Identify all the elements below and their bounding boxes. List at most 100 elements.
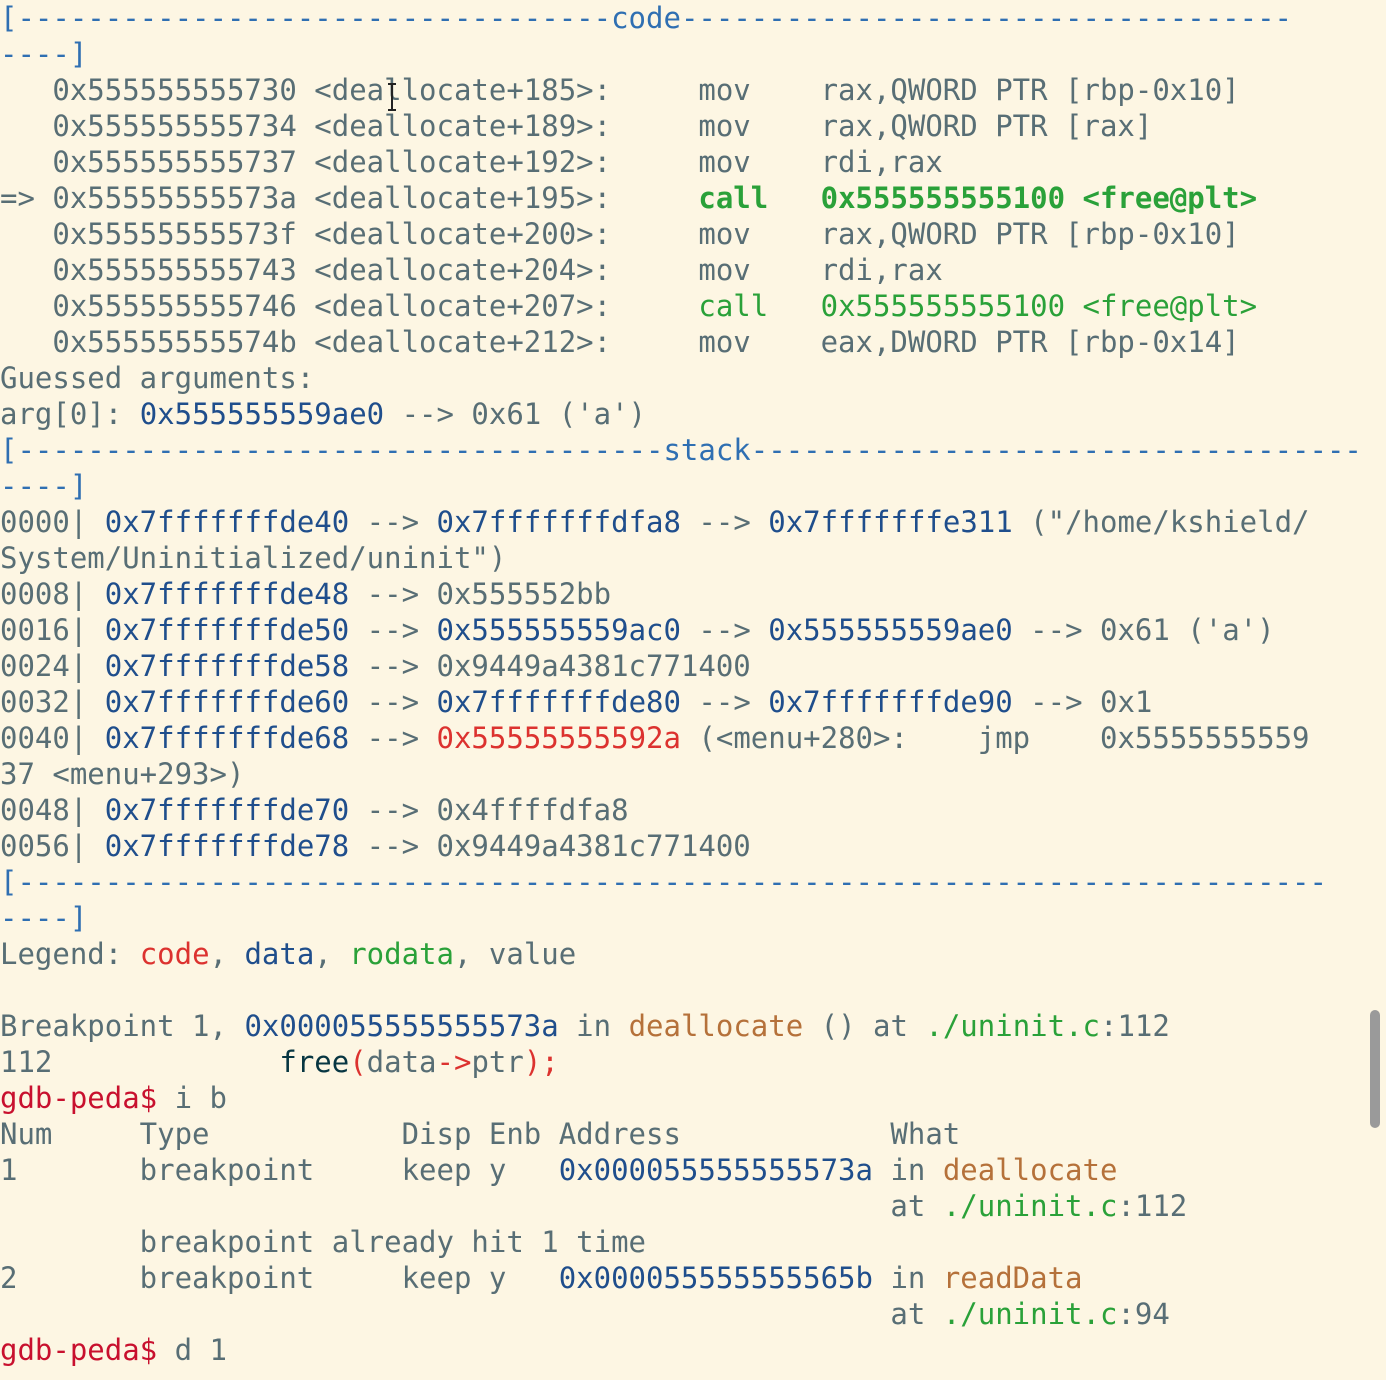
- terminal-text: 0x55555555574b <deallocate+212>: mov eax…: [0, 325, 1240, 359]
- terminal-text: 1 breakpoint keep y: [0, 1153, 559, 1187]
- scrollbar-thumb[interactable]: [1370, 1010, 1380, 1128]
- terminal-text: [----------------------------------: [0, 1, 612, 35]
- terminal-text: ----]: [0, 37, 88, 71]
- terminal-line: [-------------------------------------st…: [0, 432, 1362, 468]
- terminal-text: () at: [803, 1009, 926, 1043]
- terminal-text: ("/home/kshield/: [1012, 505, 1310, 539]
- terminal-text: 2 breakpoint keep y: [0, 1261, 559, 1295]
- terminal-text: --> 0x9449a4381c771400: [349, 829, 751, 863]
- terminal-text: readData: [942, 1261, 1083, 1295]
- terminal-line: Breakpoint 1, 0x000055555555573a in deal…: [0, 1008, 1362, 1044]
- terminal-text: ./uninit.c: [942, 1189, 1118, 1223]
- terminal-text: -->: [349, 613, 437, 647]
- terminal-output[interactable]: [----------------------------------code-…: [0, 0, 1362, 1368]
- terminal-text: ./uninit.c: [942, 1297, 1118, 1331]
- terminal-text: :112: [1117, 1189, 1188, 1223]
- terminal-line: 0x555555555746 <deallocate+207>: call 0x…: [0, 288, 1362, 324]
- terminal-line: 0x55555555573f <deallocate+200>: mov rax…: [0, 216, 1362, 252]
- terminal-line: 0x555555555743 <deallocate+204>: mov rdi…: [0, 252, 1362, 288]
- terminal-text: 0x555555555743 <deallocate+204>: mov rdi…: [0, 253, 943, 287]
- terminal-text: free: [279, 1045, 350, 1079]
- terminal-line: 0x555555555730 <deallocate+185>: mov rax…: [0, 72, 1362, 108]
- terminal-line: gdb-peda$ i b: [0, 1080, 1362, 1116]
- terminal-text: -->: [349, 721, 437, 755]
- terminal-text: 0000|: [0, 505, 105, 539]
- terminal-text: (: [349, 1045, 367, 1079]
- terminal-text: Breakpoint 1,: [0, 1009, 245, 1043]
- terminal-text: 0032|: [0, 685, 105, 719]
- terminal-line: 0000| 0x7fffffffde40 --> 0x7fffffffdfa8 …: [0, 504, 1362, 540]
- terminal-text: ,: [314, 937, 350, 971]
- terminal-line: Num Type Disp Enb Address What: [0, 1116, 1362, 1152]
- terminal-text: 0x7fffffffde40: [104, 505, 350, 539]
- terminal-text: code: [611, 1, 681, 35]
- terminal-text: ptr: [471, 1045, 524, 1079]
- terminal-line: 0016| 0x7fffffffde50 --> 0x555555559ac0 …: [0, 612, 1362, 648]
- terminal-text: deallocate: [942, 1153, 1118, 1187]
- terminal-text: 0x7fffffffde90: [768, 685, 1013, 719]
- terminal-text: 0024|: [0, 649, 105, 683]
- terminal-line: arg[0]: 0x555555559ae0 --> 0x61 ('a'): [0, 396, 1362, 432]
- terminal-text: (<menu+280>: jmp 0x5555555559: [680, 721, 1310, 755]
- terminal-line: 0x555555555734 <deallocate+189>: mov rax…: [0, 108, 1362, 144]
- terminal-text: -->: [349, 505, 437, 539]
- terminal-text: --> 0x555552bb: [349, 577, 612, 611]
- terminal-text: 0x7fffffffde48: [104, 577, 350, 611]
- terminal-text: :94: [1117, 1297, 1170, 1331]
- terminal-text: --> 0x4ffffdfa8: [349, 793, 629, 827]
- terminal-text: 0x555555559ac0: [436, 613, 681, 647]
- terminal-line: 0056| 0x7fffffffde78 --> 0x9449a4381c771…: [0, 828, 1362, 864]
- terminal-text: code: [139, 937, 210, 971]
- terminal-text: call 0x555555555100 <free@plt>: [698, 289, 1258, 323]
- terminal-text: -->: [680, 505, 769, 539]
- terminal-text: => 0x55555555573a <deallocate+195>:: [0, 181, 699, 215]
- terminal-text: -------------------------------------: [750, 433, 1362, 467]
- terminal-text: 0008|: [0, 577, 105, 611]
- terminal-line: 2 breakpoint keep y 0x000055555555565b i…: [0, 1260, 1362, 1296]
- terminal-line: at ./uninit.c:112: [0, 1188, 1362, 1224]
- terminal-text: breakpoint already hit 1 time: [0, 1225, 647, 1259]
- terminal-text: stack: [663, 433, 751, 467]
- terminal-text: -->: [680, 613, 769, 647]
- terminal-text: 0x555555555737 <deallocate+192>: mov rdi…: [0, 145, 943, 179]
- terminal-text: 0x555555559ae0: [139, 397, 385, 431]
- terminal-line: [----------------------------------code-…: [0, 0, 1362, 36]
- terminal-text: 0x000055555555573a: [244, 1009, 559, 1043]
- terminal-text: ----]: [0, 469, 88, 503]
- terminal-text: 0048|: [0, 793, 105, 827]
- terminal-line: 0040| 0x7fffffffde68 --> 0x55555555592a …: [0, 720, 1362, 756]
- terminal-text: 37 <menu+293>): [0, 757, 245, 791]
- terminal-text: 0x555555555746 <deallocate+207>:: [0, 289, 699, 323]
- terminal-text: System/Uninitialized/uninit"): [0, 541, 507, 575]
- terminal-line: 0048| 0x7fffffffde70 --> 0x4ffffdfa8: [0, 792, 1362, 828]
- terminal-text: in: [558, 1009, 629, 1043]
- terminal-line: Guessed arguments:: [0, 360, 1362, 396]
- terminal-text: data: [244, 937, 315, 971]
- terminal-text: 0x555555555734 <deallocate+189>: mov rax…: [0, 109, 1153, 143]
- terminal-line: 0008| 0x7fffffffde48 --> 0x555552bb: [0, 576, 1362, 612]
- terminal-text: -->: [349, 685, 437, 719]
- terminal-text: deallocate: [628, 1009, 804, 1043]
- terminal-line: 0x555555555737 <deallocate+192>: mov rdi…: [0, 144, 1362, 180]
- terminal-text: -----------------------------------: [680, 1, 1293, 35]
- terminal-text: 0x7fffffffde70: [104, 793, 350, 827]
- terminal-line: ----]: [0, 468, 1362, 504]
- text-cursor-icon: [386, 80, 398, 116]
- terminal-line: breakpoint already hit 1 time: [0, 1224, 1362, 1260]
- terminal-line: 1 breakpoint keep y 0x000055555555573a i…: [0, 1152, 1362, 1188]
- terminal-text: --> 0x9449a4381c771400: [349, 649, 751, 683]
- terminal-text: Guessed arguments:: [0, 361, 315, 395]
- terminal-text: --> 0x61 ('a'): [384, 397, 647, 431]
- terminal-text: );: [523, 1045, 559, 1079]
- terminal-text: at: [0, 1297, 943, 1331]
- terminal-text: 0x7fffffffde60: [104, 685, 350, 719]
- terminal-text: i b: [174, 1081, 227, 1115]
- terminal-line: ----]: [0, 36, 1362, 72]
- terminal-text: gdb-peda$: [0, 1333, 175, 1367]
- terminal-text: 0x7fffffffe311: [768, 505, 1013, 539]
- terminal-text: 0x7fffffffde80: [436, 685, 681, 719]
- terminal-text: ->: [436, 1045, 472, 1079]
- terminal-text: :112: [1100, 1009, 1170, 1043]
- terminal-text: ,: [209, 937, 245, 971]
